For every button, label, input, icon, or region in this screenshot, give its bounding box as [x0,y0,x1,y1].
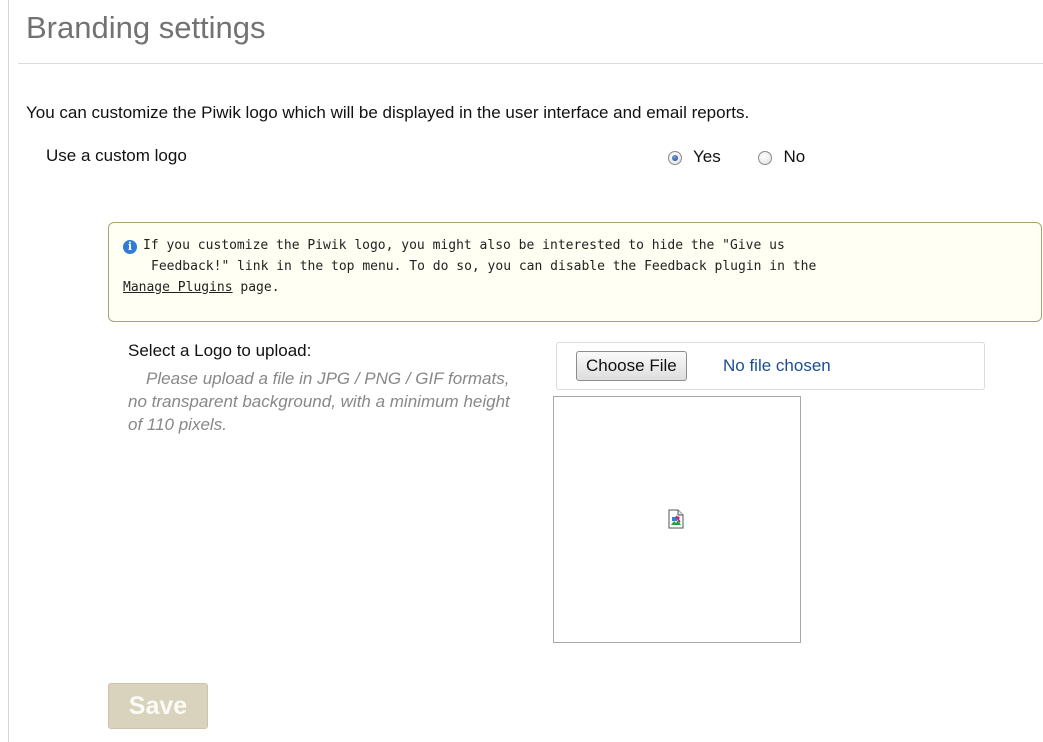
custom-logo-radio-group: Yes No [668,147,838,169]
yes-radio-button[interactable] [668,151,682,165]
broken-image-icon [668,509,684,529]
notice-line-3: Manage Plugins page. [123,280,280,295]
upload-help-text: Please upload a file in JPG / PNG / GIF … [128,369,510,434]
page-title: Branding settings [26,10,266,45]
feedback-notice: i If you customize the Piwik logo, you mi… [108,222,1042,322]
custom-logo-label: Use a custom logo [46,146,187,165]
upload-logo-label: Select a Logo to upload: [128,341,312,360]
title-divider [18,63,1043,64]
no-radio-label: No [783,147,806,166]
custom-logo-no-option[interactable]: No [758,147,805,167]
yes-radio-label: Yes [693,147,721,166]
save-button[interactable]: Save [108,683,208,729]
info-icon: i [123,240,137,254]
manage-plugins-link[interactable]: Manage Plugins [123,280,233,295]
intro-text: You can customize the Piwik logo which w… [26,103,750,122]
no-radio-button[interactable] [758,151,773,165]
notice-text-3: page. [232,280,280,295]
notice-text-2: Feedback!" link in the top menu. To do s… [151,259,817,274]
custom-logo-yes-option[interactable]: Yes [668,147,721,167]
file-status-text: No file chosen [723,356,831,375]
notice-line-1: i If you customize the Piwik logo, you mi… [123,235,1031,256]
choose-file-button[interactable]: Choose File [576,351,687,381]
notice-text-1: If you customize the Piwik logo, you mig… [143,238,785,253]
file-input[interactable]: Choose File No file chosen [556,342,985,390]
logo-preview [553,396,801,643]
